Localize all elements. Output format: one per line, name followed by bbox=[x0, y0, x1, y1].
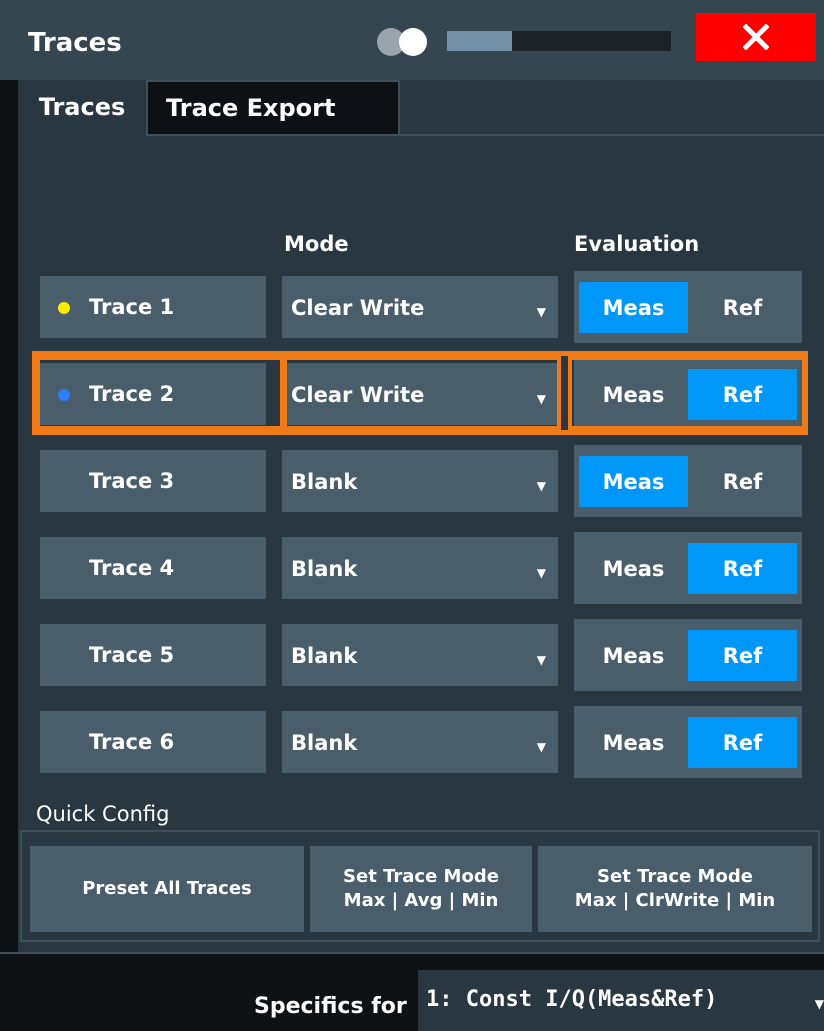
slider-fill bbox=[447, 31, 512, 51]
trace-label: Trace 6 bbox=[89, 730, 175, 754]
ref-button[interactable]: Ref bbox=[688, 282, 797, 333]
set-trace-mode-label: Set Trace Mode bbox=[343, 866, 499, 887]
toggle-icon[interactable] bbox=[376, 27, 428, 57]
trace-2-button[interactable]: Trace 2 bbox=[40, 363, 266, 425]
trace-color-dot-icon bbox=[58, 302, 70, 314]
chevron-down-icon: ▼ bbox=[536, 392, 546, 406]
trace-3-mode-select[interactable]: Blank ▼ bbox=[282, 450, 558, 512]
meas-button[interactable]: Meas bbox=[579, 630, 688, 681]
mode-value: Blank bbox=[291, 470, 358, 494]
chevron-down-icon: ▼ bbox=[536, 740, 546, 754]
specifics-value: 1: Const I/Q(Meas&Ref) bbox=[426, 987, 718, 1012]
meas-button[interactable]: Meas bbox=[579, 369, 688, 420]
trace-5-evaluation-toggle: Meas Ref bbox=[574, 619, 802, 691]
tab-traces[interactable]: Traces bbox=[18, 80, 146, 134]
ref-button[interactable]: Ref bbox=[688, 543, 797, 594]
set-trace-mode-clrwrite-button[interactable]: Set Trace Mode Max | ClrWrite | Min bbox=[538, 846, 812, 932]
trace-label: Trace 1 bbox=[89, 295, 175, 319]
set-trace-mode-label: Set Trace Mode bbox=[597, 866, 753, 887]
trace-6-button[interactable]: Trace 6 bbox=[40, 711, 266, 773]
ref-button[interactable]: Ref bbox=[688, 630, 797, 681]
window-title: Traces bbox=[28, 28, 122, 58]
trace-3-button[interactable]: Trace 3 bbox=[40, 450, 266, 512]
chevron-down-icon: ▼ bbox=[814, 997, 824, 1011]
close-button[interactable] bbox=[696, 13, 816, 61]
mode-value: Clear Write bbox=[291, 296, 425, 320]
trace-4-evaluation-toggle: Meas Ref bbox=[574, 532, 802, 604]
tab-divider bbox=[146, 134, 824, 136]
trace-2-evaluation-toggle: Meas Ref bbox=[574, 358, 802, 430]
trace-color-dot-icon bbox=[58, 389, 70, 401]
mode-header: Mode bbox=[284, 232, 349, 256]
trace-6-evaluation-toggle: Meas Ref bbox=[574, 706, 802, 778]
trace-5-mode-select[interactable]: Blank ▼ bbox=[282, 624, 558, 686]
trace-3-evaluation-toggle: Meas Ref bbox=[574, 445, 802, 517]
meas-button[interactable]: Meas bbox=[579, 717, 688, 768]
tab-trace-export[interactable]: Trace Export bbox=[146, 80, 400, 134]
mode-value: Blank bbox=[291, 731, 358, 755]
transparency-slider[interactable] bbox=[447, 31, 671, 51]
ref-button[interactable]: Ref bbox=[688, 456, 797, 507]
chevron-down-icon: ▼ bbox=[536, 479, 546, 493]
meas-button[interactable]: Meas bbox=[579, 543, 688, 594]
title-bar: Traces bbox=[0, 0, 824, 80]
trace-4-mode-select[interactable]: Blank ▼ bbox=[282, 537, 558, 599]
close-icon bbox=[743, 24, 769, 50]
chevron-down-icon: ▼ bbox=[536, 653, 546, 667]
ref-button[interactable]: Ref bbox=[688, 717, 797, 768]
set-trace-mode-detail: Max | ClrWrite | Min bbox=[574, 890, 776, 911]
preset-all-traces-label: Preset All Traces bbox=[82, 878, 252, 899]
mode-value: Blank bbox=[291, 557, 358, 581]
specifics-select[interactable]: 1: Const I/Q(Meas&Ref) ▼ bbox=[418, 970, 824, 1031]
trace-1-mode-select[interactable]: Clear Write ▼ bbox=[282, 276, 558, 338]
meas-button[interactable]: Meas bbox=[579, 282, 688, 333]
trace-label: Trace 4 bbox=[89, 556, 175, 580]
trace-5-button[interactable]: Trace 5 bbox=[40, 624, 266, 686]
mode-value: Clear Write bbox=[291, 383, 425, 407]
trace-label: Trace 3 bbox=[89, 469, 175, 493]
trace-label: Trace 2 bbox=[89, 382, 175, 406]
set-trace-mode-detail: Max | Avg | Min bbox=[343, 890, 499, 911]
trace-1-button[interactable]: Trace 1 bbox=[40, 276, 266, 338]
evaluation-header: Evaluation bbox=[574, 232, 700, 256]
ref-button[interactable]: Ref bbox=[688, 369, 797, 420]
trace-label: Trace 5 bbox=[89, 643, 175, 667]
quick-config-label: Quick Config bbox=[36, 802, 170, 826]
preset-all-traces-button[interactable]: Preset All Traces bbox=[30, 846, 304, 932]
set-trace-mode-avg-button[interactable]: Set Trace Mode Max | Avg | Min bbox=[310, 846, 532, 932]
meas-button[interactable]: Meas bbox=[579, 456, 688, 507]
specifics-label: Specifics for bbox=[254, 994, 407, 1019]
trace-1-evaluation-toggle: Meas Ref bbox=[574, 271, 802, 343]
trace-2-mode-select[interactable]: Clear Write ▼ bbox=[282, 363, 558, 425]
trace-4-button[interactable]: Trace 4 bbox=[40, 537, 266, 599]
mode-value: Blank bbox=[291, 644, 358, 668]
trace-6-mode-select[interactable]: Blank ▼ bbox=[282, 711, 558, 773]
chevron-down-icon: ▼ bbox=[536, 305, 546, 319]
traces-panel: Traces Trace Export Mode Evaluation Trac… bbox=[18, 80, 824, 952]
chevron-down-icon: ▼ bbox=[536, 566, 546, 580]
